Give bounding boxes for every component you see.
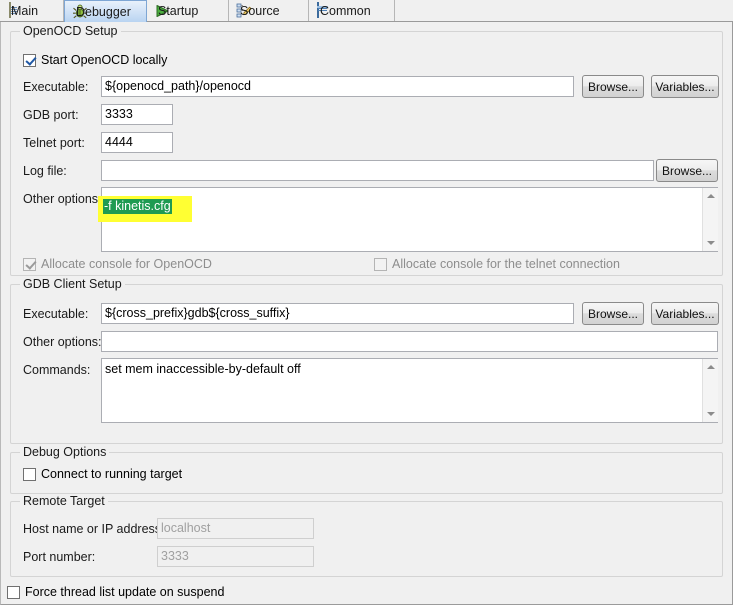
checkbox-box — [23, 53, 36, 67]
checkbox-box — [7, 585, 20, 599]
port-number-label: Port number: — [23, 550, 96, 564]
gdb-executable-input[interactable]: ${cross_prefix}gdb${cross_suffix} — [101, 303, 574, 324]
scroll-up-arrow-icon[interactable] — [703, 359, 718, 375]
gdb-client-setup-title: GDB Client Setup — [20, 277, 125, 291]
remote-target-title: Remote Target — [20, 494, 108, 508]
gdb-port-label: GDB port: — [23, 108, 79, 122]
tab-common-label: Common — [320, 3, 371, 18]
other-options-scrollbar[interactable] — [702, 188, 718, 251]
openocd-other-options-textarea[interactable] — [101, 187, 718, 252]
connect-to-running-target-label: Connect to running target — [41, 467, 183, 481]
scroll-down-arrow-icon[interactable] — [703, 235, 718, 251]
allocate-console-openocd-checkbox[interactable]: Allocate console for OpenOCD — [23, 257, 212, 271]
telnet-port-input[interactable]: 4444 — [101, 132, 173, 153]
gdb-commands-textarea[interactable]: set mem inaccessible-by-default off — [101, 358, 718, 423]
tab-source[interactable]: Source — [229, 0, 309, 21]
gdb-executable-browse-button[interactable]: Browse... — [582, 302, 644, 325]
gdb-executable-label: Executable: — [23, 307, 89, 321]
allocate-console-telnet-checkbox[interactable]: Allocate console for the telnet connecti… — [374, 257, 620, 271]
tab-strip: Main Debugger Startup Source Common — [0, 0, 733, 22]
openocd-executable-input[interactable]: ${openocd_path}/openocd — [101, 76, 574, 97]
openocd-setup-title: OpenOCD Setup — [20, 24, 121, 38]
gdb-client-setup-group: GDB Client Setup Executable: ${cross_pre… — [10, 277, 723, 444]
allocate-console-telnet-label: Allocate console for the telnet connecti… — [392, 257, 620, 271]
log-file-input[interactable] — [101, 160, 654, 181]
tab-common[interactable]: Common — [309, 0, 395, 21]
tab-main-label: Main — [11, 3, 39, 18]
debugger-tab-panel: OpenOCD Setup Start OpenOCD locally Exec… — [0, 22, 733, 605]
remote-target-group: Remote Target Host name or IP address: l… — [10, 494, 723, 577]
checkbox-box — [23, 257, 36, 271]
openocd-setup-group: OpenOCD Setup Start OpenOCD locally Exec… — [10, 24, 723, 276]
openocd-executable-browse-button[interactable]: Browse... — [582, 75, 644, 98]
allocate-console-openocd-label: Allocate console for OpenOCD — [41, 257, 212, 271]
debug-options-group: Debug Options Connect to running target — [10, 445, 723, 494]
force-thread-list-update-label: Force thread list update on suspend — [25, 585, 225, 599]
connect-to-running-target-checkbox[interactable]: Connect to running target — [23, 467, 182, 481]
gdb-other-options-input[interactable] — [101, 331, 718, 352]
checkbox-box — [374, 257, 387, 271]
scroll-up-arrow-icon[interactable] — [703, 188, 718, 204]
openocd-other-options-label: Other options: — [23, 192, 102, 206]
tab-debugger[interactable]: Debugger — [64, 0, 147, 22]
gdb-other-options-label: Other options: — [23, 335, 102, 349]
openocd-executable-variables-button[interactable]: Variables... — [651, 75, 719, 98]
openocd-other-options-selected-text[interactable]: -f kinetis.cfg — [103, 199, 172, 214]
log-file-browse-button[interactable]: Browse... — [656, 159, 718, 182]
start-openocd-locally-checkbox[interactable]: Start OpenOCD locally — [23, 53, 167, 67]
start-openocd-locally-label: Start OpenOCD locally — [41, 53, 168, 67]
gdb-commands-scrollbar[interactable] — [702, 359, 718, 422]
host-name-input[interactable]: localhost — [157, 518, 314, 539]
tab-debugger-label: Debugger — [76, 4, 131, 19]
log-file-label: Log file: — [23, 164, 67, 178]
gdb-port-input[interactable]: 3333 — [101, 104, 173, 125]
tab-source-label: Source — [240, 3, 280, 18]
debug-options-title: Debug Options — [20, 445, 110, 459]
port-number-input[interactable]: 3333 — [157, 546, 314, 567]
gdb-executable-variables-button[interactable]: Variables... — [651, 302, 719, 325]
checkbox-box — [23, 467, 36, 481]
tab-main[interactable]: Main — [0, 0, 64, 21]
telnet-port-label: Telnet port: — [23, 136, 85, 150]
scroll-down-arrow-icon[interactable] — [703, 406, 718, 422]
tab-startup[interactable]: Startup — [147, 0, 229, 21]
host-name-label: Host name or IP address: — [23, 522, 165, 536]
force-thread-list-update-checkbox[interactable]: Force thread list update on suspend — [7, 585, 224, 599]
openocd-executable-label: Executable: — [23, 80, 89, 94]
tab-startup-label: Startup — [158, 3, 199, 18]
gdb-commands-label: Commands: — [23, 363, 91, 377]
